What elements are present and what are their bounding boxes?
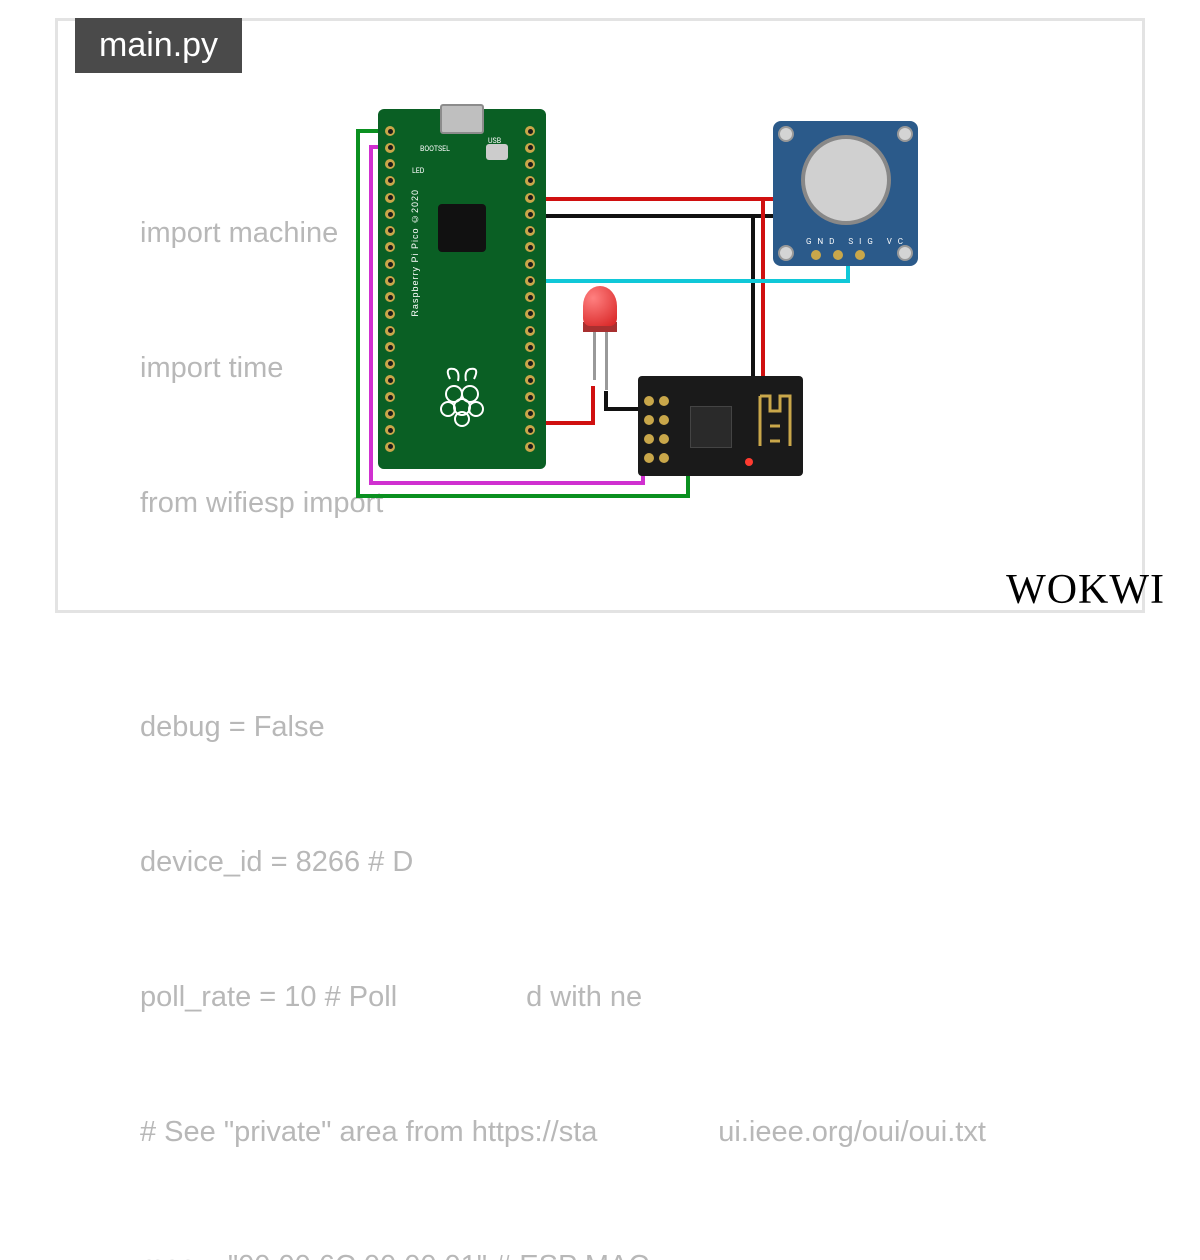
pico-usb-label: USB xyxy=(488,137,501,145)
esp-antenna-icon xyxy=(755,386,795,456)
circuit-diagram: Raspberry Pi Pico ©2020 BOOTSEL LED USB xyxy=(333,91,973,511)
rtc-module: GND SIG VC xyxy=(773,121,918,266)
code-line: mac = "00:00:6C:00:00:01" # ESP MAC xyxy=(140,1244,986,1260)
pico-usb-port xyxy=(440,104,484,134)
esp8266-module xyxy=(638,376,803,476)
esp-pin-header xyxy=(644,396,671,469)
red-led xyxy=(583,286,617,332)
pico-bootsel-label: BOOTSEL xyxy=(420,145,450,153)
raspberry-logo-icon xyxy=(432,359,492,429)
esp-status-led xyxy=(745,458,753,466)
pico-pins-left xyxy=(380,124,404,454)
rtc-mounting-hole xyxy=(778,245,794,261)
code-line: poll_rate = 10 # Poll d with ne xyxy=(140,975,986,1020)
led-cathode xyxy=(593,332,596,380)
pico-rp2040-chip xyxy=(438,204,486,252)
rtc-mounting-hole xyxy=(897,245,913,261)
raspberry-pi-pico: Raspberry Pi Pico ©2020 BOOTSEL LED USB xyxy=(378,109,546,469)
filename-tab: main.py xyxy=(75,18,242,73)
code-line: # See "private" area from https://sta ui… xyxy=(140,1110,986,1155)
rtc-coin-battery xyxy=(801,135,891,225)
pico-board-label: Raspberry Pi Pico ©2020 xyxy=(410,189,420,317)
rtc-mounting-hole xyxy=(897,126,913,142)
wire-black-esp xyxy=(533,216,753,401)
project-card: import machine import time from wifiesp … xyxy=(55,18,1145,613)
pico-led-label: LED xyxy=(412,167,424,175)
led-bulb xyxy=(583,286,617,326)
code-line: debug = False xyxy=(140,705,986,750)
rtc-mounting-hole xyxy=(778,126,794,142)
esp-chip xyxy=(690,406,732,448)
pico-bootsel-button xyxy=(486,144,508,160)
rtc-pin-labels: GND SIG VC xyxy=(806,237,909,246)
pico-pins-right xyxy=(520,124,544,454)
code-line: device_id = 8266 # D xyxy=(140,840,986,885)
wokwi-logo: WOKWI xyxy=(1006,566,1165,614)
rtc-pins xyxy=(811,250,865,260)
led-anode xyxy=(605,332,608,390)
